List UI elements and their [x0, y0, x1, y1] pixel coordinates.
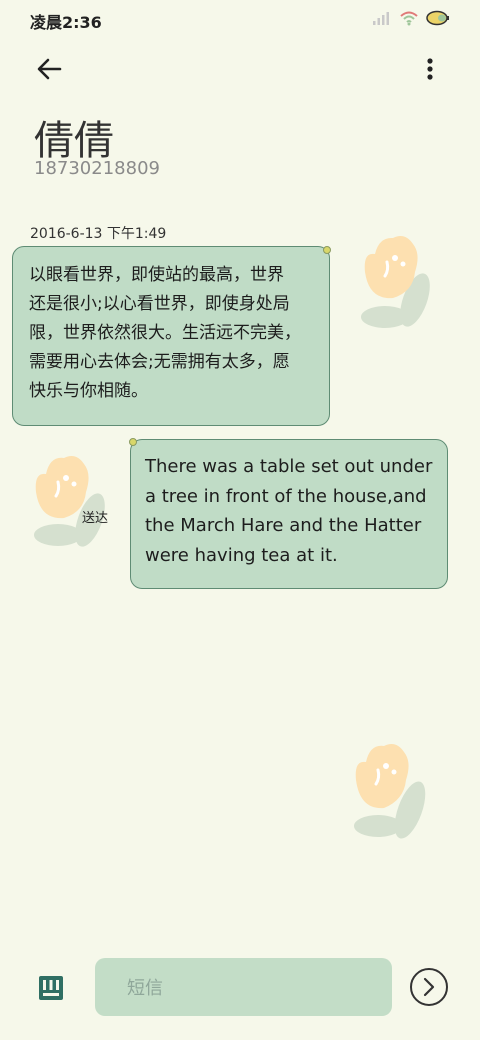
wifi-icon — [400, 11, 418, 26]
message-line: a tree in front of the house,and — [145, 485, 427, 507]
message-line: 需要用心去体会;无需拥有太多，愿 — [29, 352, 290, 372]
back-arrow-icon[interactable] — [34, 54, 66, 84]
contact-number: 18730218809 — [34, 158, 160, 179]
send-icon[interactable] — [409, 967, 449, 1007]
message-line: were having tea at it. — [145, 544, 338, 566]
sim-card-icon[interactable] — [38, 975, 64, 1001]
delivery-status: 送达 — [82, 511, 109, 526]
status-icons — [372, 10, 450, 26]
message-line: 以眼看世界，即使站的最高，世界 — [29, 265, 284, 285]
message-date: 2016-6-13 下午1:49 — [30, 226, 167, 242]
bubble-corner-dot — [323, 246, 331, 254]
status-time: 凌晨2:36 — [30, 13, 102, 32]
message-line: There was a table set out under — [145, 456, 433, 477]
message-line: 限，世界依然很大。生活远不完美， — [29, 323, 301, 343]
message-line: 还是很小;以心看世界，即使身处局 — [29, 294, 290, 314]
more-vertical-icon[interactable] — [418, 56, 442, 84]
flower-decoration-icon — [354, 744, 426, 839]
outgoing-message-bubble[interactable]: There was a table set out under a tree i… — [130, 439, 448, 589]
sms-input[interactable]: 短信 — [95, 958, 392, 1016]
signal-icon — [373, 12, 389, 25]
sms-input-placeholder: 短信 — [127, 978, 163, 999]
incoming-message-bubble[interactable]: 以眼看世界，即使站的最高，世界 还是很小;以心看世界，即使身处局 限，世界依然很… — [12, 246, 330, 426]
status-bar: 凌晨2:36 — [0, 0, 480, 40]
flower-decoration-icon — [34, 456, 105, 547]
flower-decoration-icon — [361, 236, 430, 328]
bubble-corner-dot — [129, 438, 137, 446]
message-line: 快乐与你相随。 — [29, 381, 148, 401]
battery-icon — [426, 10, 449, 26]
message-line: the March Hare and the Hatter — [145, 515, 422, 536]
